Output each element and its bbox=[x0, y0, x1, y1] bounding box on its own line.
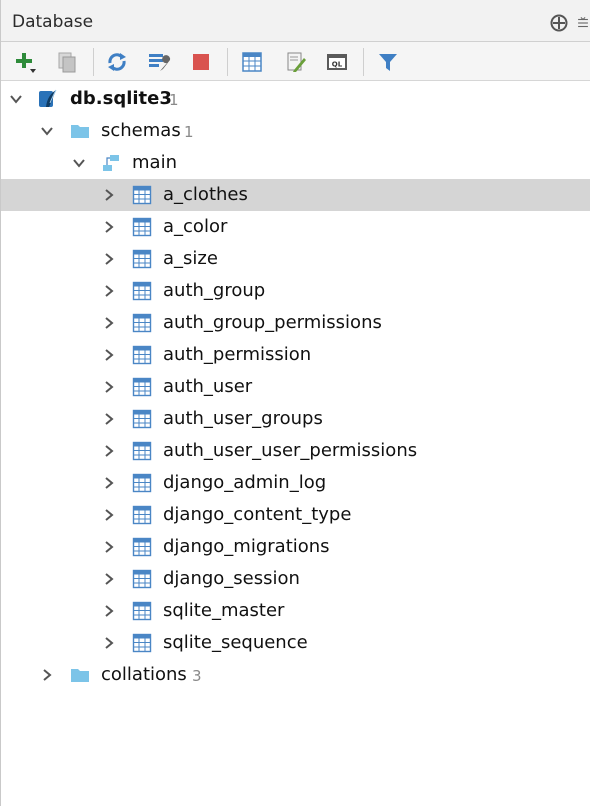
wrench-icon[interactable] bbox=[146, 49, 172, 75]
table-icon[interactable] bbox=[239, 49, 265, 75]
folder-icon bbox=[71, 669, 89, 682]
datasource-count: 1 bbox=[169, 91, 179, 109]
tree-node-main-schema[interactable]: main bbox=[1, 147, 590, 179]
table-row[interactable]: django_session bbox=[1, 563, 590, 595]
chevron-down-icon[interactable] bbox=[9, 92, 23, 106]
toolbar-separator bbox=[227, 48, 228, 76]
table-name-label: a_size bbox=[163, 248, 218, 269]
chevron-right-icon[interactable] bbox=[102, 316, 116, 330]
table-icon bbox=[132, 441, 152, 461]
table-row[interactable]: auth_user_user_permissions bbox=[1, 435, 590, 467]
table-row[interactable]: a_color bbox=[1, 211, 590, 243]
table-icon bbox=[132, 601, 152, 621]
table-name-label: django_session bbox=[163, 568, 300, 589]
table-row[interactable]: auth_user_groups bbox=[1, 403, 590, 435]
table-name-label: auth_user_groups bbox=[163, 408, 323, 429]
chevron-right-icon[interactable] bbox=[40, 668, 54, 682]
tree-node-collations[interactable]: collations 3 bbox=[1, 659, 590, 691]
chevron-right-icon[interactable] bbox=[102, 412, 116, 426]
table-row[interactable]: django_admin_log bbox=[1, 467, 590, 499]
table-row[interactable]: sqlite_master bbox=[1, 595, 590, 627]
tree-node-datasource[interactable]: db.sqlite3 1 bbox=[1, 83, 590, 115]
tree-node-schemas[interactable]: schemas 1 bbox=[1, 115, 590, 147]
collations-label: collations bbox=[101, 664, 187, 685]
chevron-right-icon[interactable] bbox=[102, 636, 116, 650]
table-icon bbox=[132, 313, 152, 333]
copy-icon[interactable] bbox=[54, 49, 80, 75]
table-icon bbox=[132, 249, 152, 269]
table-row[interactable]: auth_group bbox=[1, 275, 590, 307]
table-name-label: auth_user bbox=[163, 376, 253, 397]
table-name-label: auth_user_user_permissions bbox=[163, 440, 418, 461]
table-icon bbox=[132, 505, 152, 525]
table-name-label: django_migrations bbox=[163, 536, 330, 557]
sqlite-icon bbox=[39, 89, 57, 107]
table-row[interactable]: django_migrations bbox=[1, 531, 590, 563]
chevron-right-icon[interactable] bbox=[102, 444, 116, 458]
edit-icon[interactable] bbox=[283, 49, 309, 75]
chevron-right-icon[interactable] bbox=[102, 508, 116, 522]
table-row[interactable]: sqlite_sequence bbox=[1, 627, 590, 659]
chevron-right-icon[interactable] bbox=[102, 252, 116, 266]
chevron-down-icon[interactable] bbox=[40, 124, 54, 138]
table-name-label: sqlite_sequence bbox=[163, 632, 308, 653]
schemas-count: 1 bbox=[184, 123, 194, 141]
chevron-right-icon[interactable] bbox=[102, 188, 116, 202]
table-name-label: auth_group_permissions bbox=[163, 312, 382, 333]
chevron-right-icon[interactable] bbox=[102, 220, 116, 234]
refresh-icon[interactable] bbox=[104, 49, 130, 75]
collations-count: 3 bbox=[192, 667, 202, 685]
table-icon bbox=[132, 281, 152, 301]
database-toolbar: QL bbox=[1, 42, 590, 81]
chevron-right-icon[interactable] bbox=[102, 476, 116, 490]
chevron-right-icon[interactable] bbox=[102, 540, 116, 554]
table-row[interactable]: a_clothes bbox=[1, 179, 590, 211]
schemas-label: schemas bbox=[101, 120, 181, 141]
chevron-down-icon[interactable] bbox=[72, 156, 86, 170]
table-row[interactable]: auth_group_permissions bbox=[1, 307, 590, 339]
panel-title: Database bbox=[12, 12, 94, 32]
table-icon bbox=[132, 345, 152, 365]
table-icon bbox=[132, 185, 152, 205]
chevron-right-icon[interactable] bbox=[102, 604, 116, 618]
table-name-label: django_content_type bbox=[163, 504, 352, 525]
table-row[interactable]: django_content_type bbox=[1, 499, 590, 531]
table-name-label: a_clothes bbox=[163, 184, 248, 205]
table-row[interactable]: auth_user bbox=[1, 371, 590, 403]
table-name-label: a_color bbox=[163, 216, 228, 237]
table-row[interactable]: auth_permission bbox=[1, 339, 590, 371]
toolbar-separator bbox=[363, 48, 364, 76]
chevron-right-icon[interactable] bbox=[102, 572, 116, 586]
main-schema-label: main bbox=[132, 152, 177, 173]
chevron-right-icon[interactable] bbox=[102, 348, 116, 362]
table-icon bbox=[132, 569, 152, 589]
chevron-right-icon[interactable] bbox=[102, 380, 116, 394]
table-icon bbox=[132, 217, 152, 237]
folder-icon bbox=[71, 125, 89, 138]
table-icon bbox=[132, 409, 152, 429]
stop-icon[interactable] bbox=[188, 49, 214, 75]
chevron-right-icon[interactable] bbox=[102, 284, 116, 298]
toolbar-separator bbox=[93, 48, 94, 76]
table-icon bbox=[132, 537, 152, 557]
svg-text:QL: QL bbox=[332, 61, 343, 69]
crosshair-icon[interactable] bbox=[548, 12, 570, 34]
table-name-label: auth_permission bbox=[163, 344, 312, 365]
table-icon bbox=[132, 377, 152, 397]
table-name-label: auth_group bbox=[163, 280, 266, 301]
collapse-lines-icon[interactable] bbox=[576, 12, 590, 34]
datasource-label: db.sqlite3 bbox=[70, 88, 172, 109]
console-ql-icon[interactable]: QL bbox=[324, 49, 350, 75]
table-row[interactable]: a_size bbox=[1, 243, 590, 275]
title-bar: Database bbox=[1, 0, 590, 42]
table-icon bbox=[132, 633, 152, 653]
database-tool-window: Database QL db.sqlite3 1 schemas 1 main … bbox=[0, 0, 590, 806]
table-name-label: sqlite_master bbox=[163, 600, 285, 621]
schema-icon bbox=[103, 155, 119, 171]
filter-icon[interactable] bbox=[375, 49, 401, 75]
table-name-label: django_admin_log bbox=[163, 472, 327, 493]
title-bar-actions bbox=[542, 12, 590, 34]
table-icon bbox=[132, 473, 152, 493]
add-icon[interactable] bbox=[12, 49, 38, 75]
